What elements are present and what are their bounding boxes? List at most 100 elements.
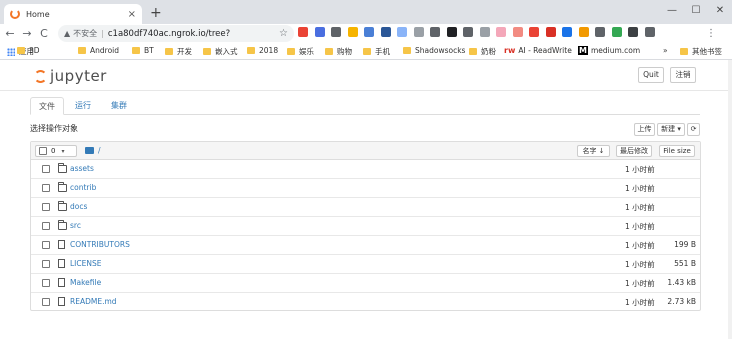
row-checkbox[interactable] (42, 203, 50, 211)
bookmark-folder[interactable]: 嵌入式 (203, 46, 238, 57)
bookmark-ai-readwrite[interactable]: rw AI - ReadWrite (504, 46, 572, 55)
file-name-link[interactable]: docs (70, 202, 87, 211)
file-modified: 1 小时前 (625, 165, 655, 174)
reload-icon[interactable]: C (37, 27, 51, 40)
minimize-icon[interactable]: — (660, 0, 684, 24)
bookmark-folder[interactable]: 购物 (325, 46, 352, 57)
bookmark-folder[interactable]: 开发 (165, 46, 192, 57)
file-name-link[interactable]: src (70, 221, 81, 230)
folder-icon (17, 47, 25, 54)
extension-icon[interactable] (364, 27, 374, 37)
bookmark-folder[interactable]: 娱乐 (287, 46, 314, 57)
row-checkbox[interactable] (42, 260, 50, 268)
select-all-dropdown[interactable]: 0 ▾ (35, 145, 77, 157)
extension-icon[interactable] (529, 27, 539, 37)
menu-icon[interactable]: ⋮ (706, 28, 716, 39)
file-row[interactable]: assets 1 小时前 (31, 160, 700, 179)
bookmark-folder[interactable]: BT (132, 46, 154, 55)
row-checkbox[interactable] (42, 222, 50, 230)
extension-icon[interactable] (479, 27, 490, 37)
sort-name-button[interactable]: 名字 ↓ (577, 145, 610, 157)
bookmark-folder[interactable]: Shadowsocks (403, 46, 465, 55)
back-arrow-icon[interactable]: ← (3, 27, 17, 40)
selected-count: 0 (51, 147, 56, 155)
bookmark-folder[interactable]: 手机 (363, 46, 390, 57)
url-text[interactable]: c1a80df740ac.ngrok.io/tree? (108, 29, 279, 39)
extension-icon[interactable] (545, 27, 556, 37)
new-tab-button[interactable]: + (150, 5, 162, 21)
select-items-label: 选择操作对象 (30, 124, 78, 133)
maximize-icon[interactable]: ☐ (684, 0, 708, 24)
extension-icon[interactable] (446, 27, 457, 37)
warning-icon[interactable]: ▲ (64, 29, 70, 38)
row-checkbox[interactable] (42, 165, 50, 173)
bookmark-folder[interactable]: 3D (17, 46, 40, 55)
extension-icon[interactable] (644, 27, 655, 37)
extension-icon[interactable] (380, 27, 391, 37)
file-name-link[interactable]: README.md (70, 297, 117, 306)
extension-icon[interactable] (298, 27, 308, 37)
extension-icon[interactable] (611, 27, 622, 37)
upload-button[interactable]: 上传 (634, 123, 655, 136)
file-modified: 1 小时前 (625, 260, 655, 269)
tab-running[interactable]: 运行 (66, 97, 100, 115)
jupyter-logo[interactable]: jupyter (34, 67, 107, 85)
bookmark-folder[interactable]: 2018 (247, 46, 278, 55)
forward-arrow-icon[interactable]: → (20, 27, 34, 40)
bookmark-folder[interactable]: 奶粉 (469, 46, 496, 57)
close-tab-icon[interactable]: × (128, 9, 136, 20)
bookmark-medium[interactable]: M medium.com (578, 46, 640, 55)
row-checkbox[interactable] (42, 298, 50, 306)
select-all-checkbox[interactable] (39, 147, 47, 155)
new-dropdown-button[interactable]: 新建 ▾ (657, 123, 685, 136)
quit-button[interactable]: Quit (638, 67, 664, 83)
browser-tab-home[interactable]: Home × (4, 4, 142, 24)
sort-size-button[interactable]: File size (659, 145, 695, 157)
extension-icon[interactable] (496, 27, 506, 37)
extension-icon[interactable] (578, 27, 589, 37)
file-row[interactable]: contrib 1 小时前 (31, 179, 700, 198)
extension-icon[interactable] (562, 27, 572, 37)
close-window-icon[interactable]: ✕ (708, 0, 732, 24)
file-name-link[interactable]: assets (70, 164, 94, 173)
security-label[interactable]: 不安全 (73, 28, 97, 39)
extension-icon[interactable] (413, 27, 424, 37)
sort-modified-button[interactable]: 最后修改 (616, 145, 652, 157)
row-checkbox[interactable] (42, 279, 50, 287)
file-row[interactable]: docs 1 小时前 (31, 198, 700, 217)
row-checkbox[interactable] (42, 241, 50, 249)
extension-icon[interactable] (331, 27, 341, 37)
file-name-link[interactable]: LICENSE (70, 259, 101, 268)
breadcrumb[interactable]: / (85, 146, 101, 155)
extension-icon[interactable] (430, 27, 440, 37)
tab-clusters[interactable]: 集群 (102, 97, 136, 115)
page-scrollbar[interactable] (728, 60, 732, 339)
chevron-down-icon[interactable]: ▾ (61, 148, 64, 155)
file-row[interactable]: CONTRIBUTORS 1 小时前 199 B (31, 236, 700, 255)
file-row[interactable]: LICENSE 1 小时前 551 B (31, 255, 700, 274)
folder-icon (363, 48, 371, 55)
breadcrumb-root[interactable]: / (98, 146, 101, 155)
extension-icon[interactable] (512, 27, 523, 37)
address-bar[interactable]: ▲ 不安全 | c1a80df740ac.ngrok.io/tree? ☆ (58, 25, 294, 42)
refresh-icon[interactable]: ⟳ (687, 123, 700, 136)
tab-files[interactable]: 文件 (30, 97, 64, 115)
logout-button[interactable]: 注销 (670, 67, 696, 83)
extension-icon[interactable] (314, 27, 325, 37)
file-row[interactable]: src 1 小时前 (31, 217, 700, 236)
bookmarks-more-button[interactable]: » (663, 46, 668, 55)
bookmark-folder[interactable]: Android (78, 46, 119, 55)
file-name-link[interactable]: CONTRIBUTORS (70, 240, 130, 249)
row-checkbox[interactable] (42, 184, 50, 192)
bookmark-other[interactable]: 其他书签 (680, 46, 722, 57)
extension-icon[interactable] (463, 27, 473, 37)
file-row[interactable]: README.md 1 小时前 2.73 kB (31, 293, 700, 312)
file-name-link[interactable]: Makefile (70, 278, 101, 287)
extension-icon[interactable] (595, 27, 605, 37)
extension-icon[interactable] (347, 27, 358, 37)
file-name-link[interactable]: contrib (70, 183, 96, 192)
bookmark-star-icon[interactable]: ☆ (279, 28, 288, 39)
extension-icon[interactable] (397, 27, 407, 37)
extension-icon[interactable] (628, 27, 638, 37)
file-row[interactable]: Makefile 1 小时前 1.43 kB (31, 274, 700, 293)
